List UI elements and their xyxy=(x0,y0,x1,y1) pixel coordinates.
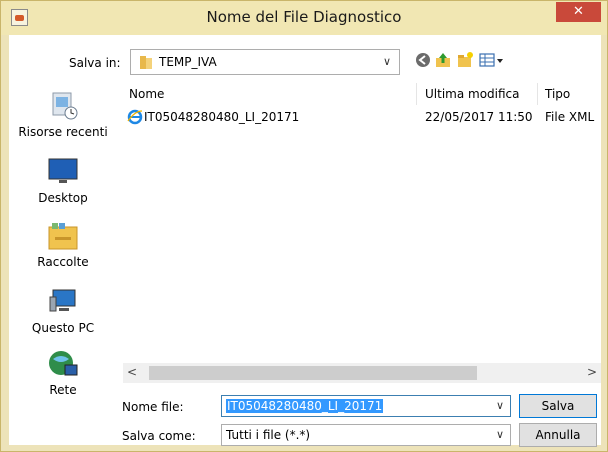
libraries-icon xyxy=(48,223,78,250)
filetype-label: Salva come: xyxy=(122,429,196,443)
close-button[interactable]: ✕ xyxy=(556,2,601,22)
chevron-down-icon[interactable]: ∨ xyxy=(496,428,504,441)
horizontal-scrollbar[interactable]: < > xyxy=(123,363,601,383)
save-button[interactable]: Salva xyxy=(519,394,597,418)
filename-input[interactable]: IT05048280480_LI_20171 ∨ xyxy=(221,395,511,417)
this-pc-icon xyxy=(49,289,76,312)
file-type-cell: File XML xyxy=(545,110,595,124)
up-folder-icon[interactable] xyxy=(434,51,452,69)
network-icon xyxy=(49,351,78,376)
folder-icon xyxy=(140,56,152,69)
scroll-right-icon[interactable]: > xyxy=(587,365,597,379)
column-header-type[interactable]: Tipo xyxy=(545,87,570,101)
place-label: Rete xyxy=(49,383,77,397)
place-label: Questo PC xyxy=(31,321,95,335)
view-menu-icon[interactable] xyxy=(479,51,505,69)
chevron-down-icon[interactable]: ∨ xyxy=(496,399,504,412)
recent-places-icon xyxy=(52,92,78,120)
filetype-select[interactable]: Tutti i file (*.*) ∨ xyxy=(221,424,511,446)
file-list[interactable]: Nome Ultima modifica Tipo IT05048280480_… xyxy=(123,83,601,383)
cancel-button[interactable]: Annulla xyxy=(519,423,597,447)
desktop-icon xyxy=(48,158,78,183)
xml-file-icon xyxy=(127,109,143,125)
place-desktop[interactable]: Desktop xyxy=(9,157,117,215)
place-label: Desktop xyxy=(38,191,88,205)
dialog-client-area: Salva in: TEMP_IVA ∨ Risorse recenti Des… xyxy=(9,35,601,447)
places-bar: Risorse recenti Desktop Raccolte Questo … xyxy=(9,83,117,397)
window-title: Nome del File Diagnostico xyxy=(206,8,402,26)
scroll-left-icon[interactable]: < xyxy=(127,365,137,379)
save-dialog-window: Nome del File Diagnostico ✕ Salva in: TE… xyxy=(0,0,608,452)
scrollbar-thumb[interactable] xyxy=(149,366,477,380)
column-divider[interactable] xyxy=(537,83,538,105)
new-folder-icon[interactable] xyxy=(456,51,474,69)
back-icon[interactable] xyxy=(414,51,432,69)
chevron-down-icon: ∨ xyxy=(382,55,391,68)
filename-value: IT05048280480_LI_20171 xyxy=(226,399,384,413)
file-name-cell: IT05048280480_LI_20171 xyxy=(144,110,300,124)
filetype-value: Tutti i file (*.*) xyxy=(226,428,311,442)
place-label: Raccolte xyxy=(37,255,89,269)
save-in-dropdown[interactable]: TEMP_IVA ∨ xyxy=(130,49,400,75)
place-network[interactable]: Rete xyxy=(9,349,117,407)
place-libraries[interactable]: Raccolte xyxy=(9,221,117,279)
column-header-name[interactable]: Nome xyxy=(129,87,164,101)
column-divider[interactable] xyxy=(416,83,417,105)
save-in-label: Salva in: xyxy=(69,56,121,70)
place-recent[interactable]: Risorse recenti xyxy=(9,91,117,149)
file-modified-cell: 22/05/2017 11:50 xyxy=(425,110,533,124)
filename-label: Nome file: xyxy=(122,400,184,414)
column-header-modified[interactable]: Ultima modifica xyxy=(425,87,520,101)
title-bar[interactable]: Nome del File Diagnostico ✕ xyxy=(1,1,607,35)
save-in-value: TEMP_IVA xyxy=(159,55,217,69)
place-label: Risorse recenti xyxy=(18,125,108,139)
place-this-pc[interactable]: Questo PC xyxy=(9,287,117,345)
